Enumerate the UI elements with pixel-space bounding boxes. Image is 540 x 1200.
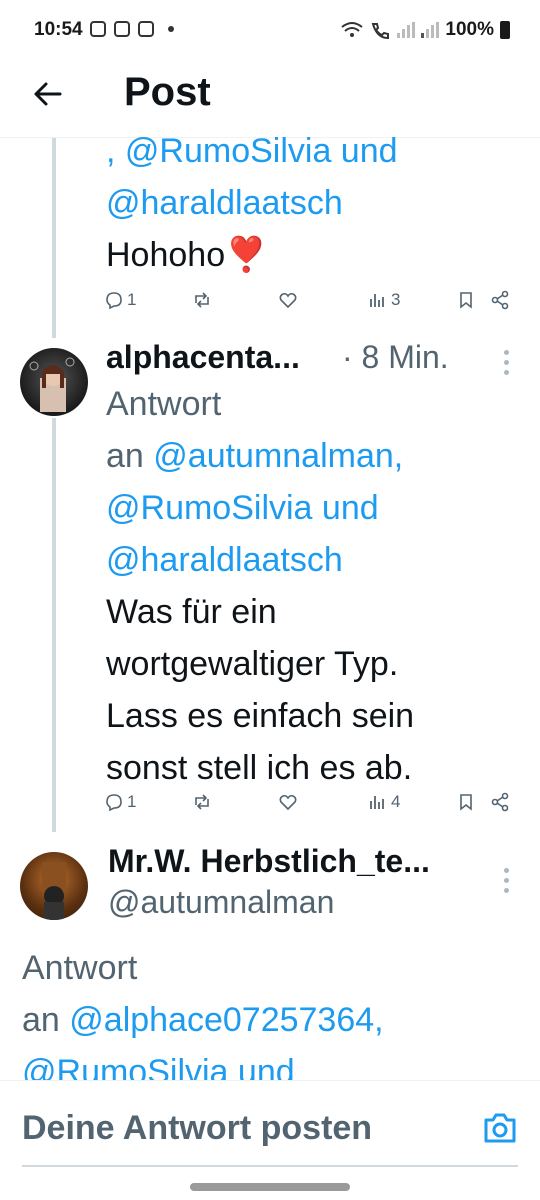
signal-icon [397, 22, 416, 38]
mention-link[interactable]: @haraldlaatsch [106, 534, 526, 586]
tweet-text-line: wortgewaltiger Typ. [106, 645, 399, 683]
reply-an: an [106, 437, 154, 475]
bookmark-icon [460, 794, 472, 811]
tweet-2-body: Antwort an @autumnalman, @RumoSilvia und… [106, 378, 526, 794]
reply-input[interactable]: Deine Antwort posten [22, 1109, 372, 1148]
like-button[interactable] [278, 792, 298, 812]
page-title: Post [124, 70, 211, 114]
notification-icons [90, 21, 174, 37]
reply-button[interactable]: 1 [104, 792, 136, 812]
more-icon[interactable] [504, 868, 510, 896]
author-handle[interactable]: @autumnalman [108, 884, 334, 921]
like-button[interactable] [278, 290, 298, 310]
reply-icon [106, 794, 122, 812]
reply-button[interactable]: 1 [104, 290, 136, 310]
status-time: 10:54 [34, 19, 83, 40]
avatar[interactable] [20, 852, 88, 920]
views-count: 4 [391, 792, 401, 811]
reply-to-line: an @autumnalman, [106, 430, 526, 482]
gesture-handle[interactable] [190, 1183, 350, 1191]
arrow-left-icon[interactable] [30, 76, 66, 112]
heart-icon [279, 794, 297, 811]
reply-label: Antwort [22, 949, 138, 987]
reply-count: 1 [127, 290, 137, 309]
call-icon [372, 23, 390, 39]
reply-composer: Deine Antwort posten [0, 1080, 540, 1167]
more-notifications-icon [168, 26, 174, 32]
repost-icon [195, 794, 209, 810]
mention-line[interactable]: , @RumoSilvia und [106, 125, 526, 177]
avatar-image [29, 357, 75, 412]
share-button[interactable] [490, 792, 510, 812]
share-icon [491, 792, 509, 812]
views-icon [370, 294, 384, 307]
divider [22, 1165, 518, 1167]
reply-an: an [22, 1001, 70, 1039]
app-icon [138, 21, 154, 37]
tweet-1-mentions: , @RumoSilvia und @haraldlaatsch Hohoho❣… [106, 125, 526, 281]
status-right: 100% [341, 19, 510, 41]
share-button[interactable] [490, 290, 510, 310]
gallery-icon [114, 21, 130, 37]
thread-line [52, 418, 56, 832]
views-button[interactable]: 4 [368, 792, 400, 812]
repost-button[interactable] [192, 792, 212, 812]
tweet-text-line: Lass es einfach sein [106, 697, 415, 735]
author-name[interactable]: Mr.W. Herbstlich_te... [108, 843, 430, 880]
avatar-image [42, 862, 66, 920]
views-icon [370, 796, 384, 809]
reply-label: Antwort [106, 385, 222, 423]
mention-link[interactable]: @autumnalman, [153, 437, 403, 475]
tweet-text-line: sonst stell ich es ab. [106, 749, 413, 787]
repost-icon [195, 292, 209, 308]
bookmark-icon [460, 292, 472, 309]
reply-count: 1 [127, 792, 137, 811]
avatar[interactable] [20, 348, 88, 416]
repost-button[interactable] [192, 290, 212, 310]
mention-link[interactable]: @RumoSilvia und [106, 482, 526, 534]
share-icon [491, 290, 509, 310]
battery-icon [500, 21, 510, 39]
more-icon[interactable] [504, 350, 510, 378]
instagram-icon [90, 21, 106, 37]
tweet-1-actions: 1 3 [104, 290, 524, 320]
heart-icon [279, 292, 297, 309]
tweet-3-reply-info: Antwort an @alphace07257364, @RumoSilvia… [22, 942, 522, 1098]
tweet-text-body: Hohoho [106, 236, 226, 274]
author-name[interactable]: alphacenta... [106, 339, 300, 376]
post-time: · 8 Min. [342, 339, 449, 375]
reply-icon [106, 292, 122, 310]
battery-text: 100% [445, 19, 494, 40]
views-button[interactable]: 3 [368, 290, 400, 310]
mention-line[interactable]: @haraldlaatsch [106, 177, 526, 229]
mention-link[interactable]: @alphace07257364, [69, 1001, 383, 1039]
reply-to-line: an @alphace07257364, [22, 994, 522, 1046]
tweet-text: Hohoho❣️ [106, 229, 526, 281]
bookmark-button[interactable] [456, 792, 476, 812]
status-bar: 10:54 100% [0, 0, 540, 62]
wifi-icon [341, 22, 364, 37]
heart-exclamation-emoji: ❣️ [225, 236, 268, 274]
tweet-text-line: Was für ein [106, 593, 277, 631]
signal-2-icon [421, 22, 440, 38]
camera-icon[interactable] [482, 1111, 518, 1145]
tweet-2-actions: 1 4 [104, 792, 524, 822]
bookmark-button[interactable] [456, 290, 476, 310]
thread-line [52, 138, 56, 338]
views-count: 3 [391, 290, 401, 309]
